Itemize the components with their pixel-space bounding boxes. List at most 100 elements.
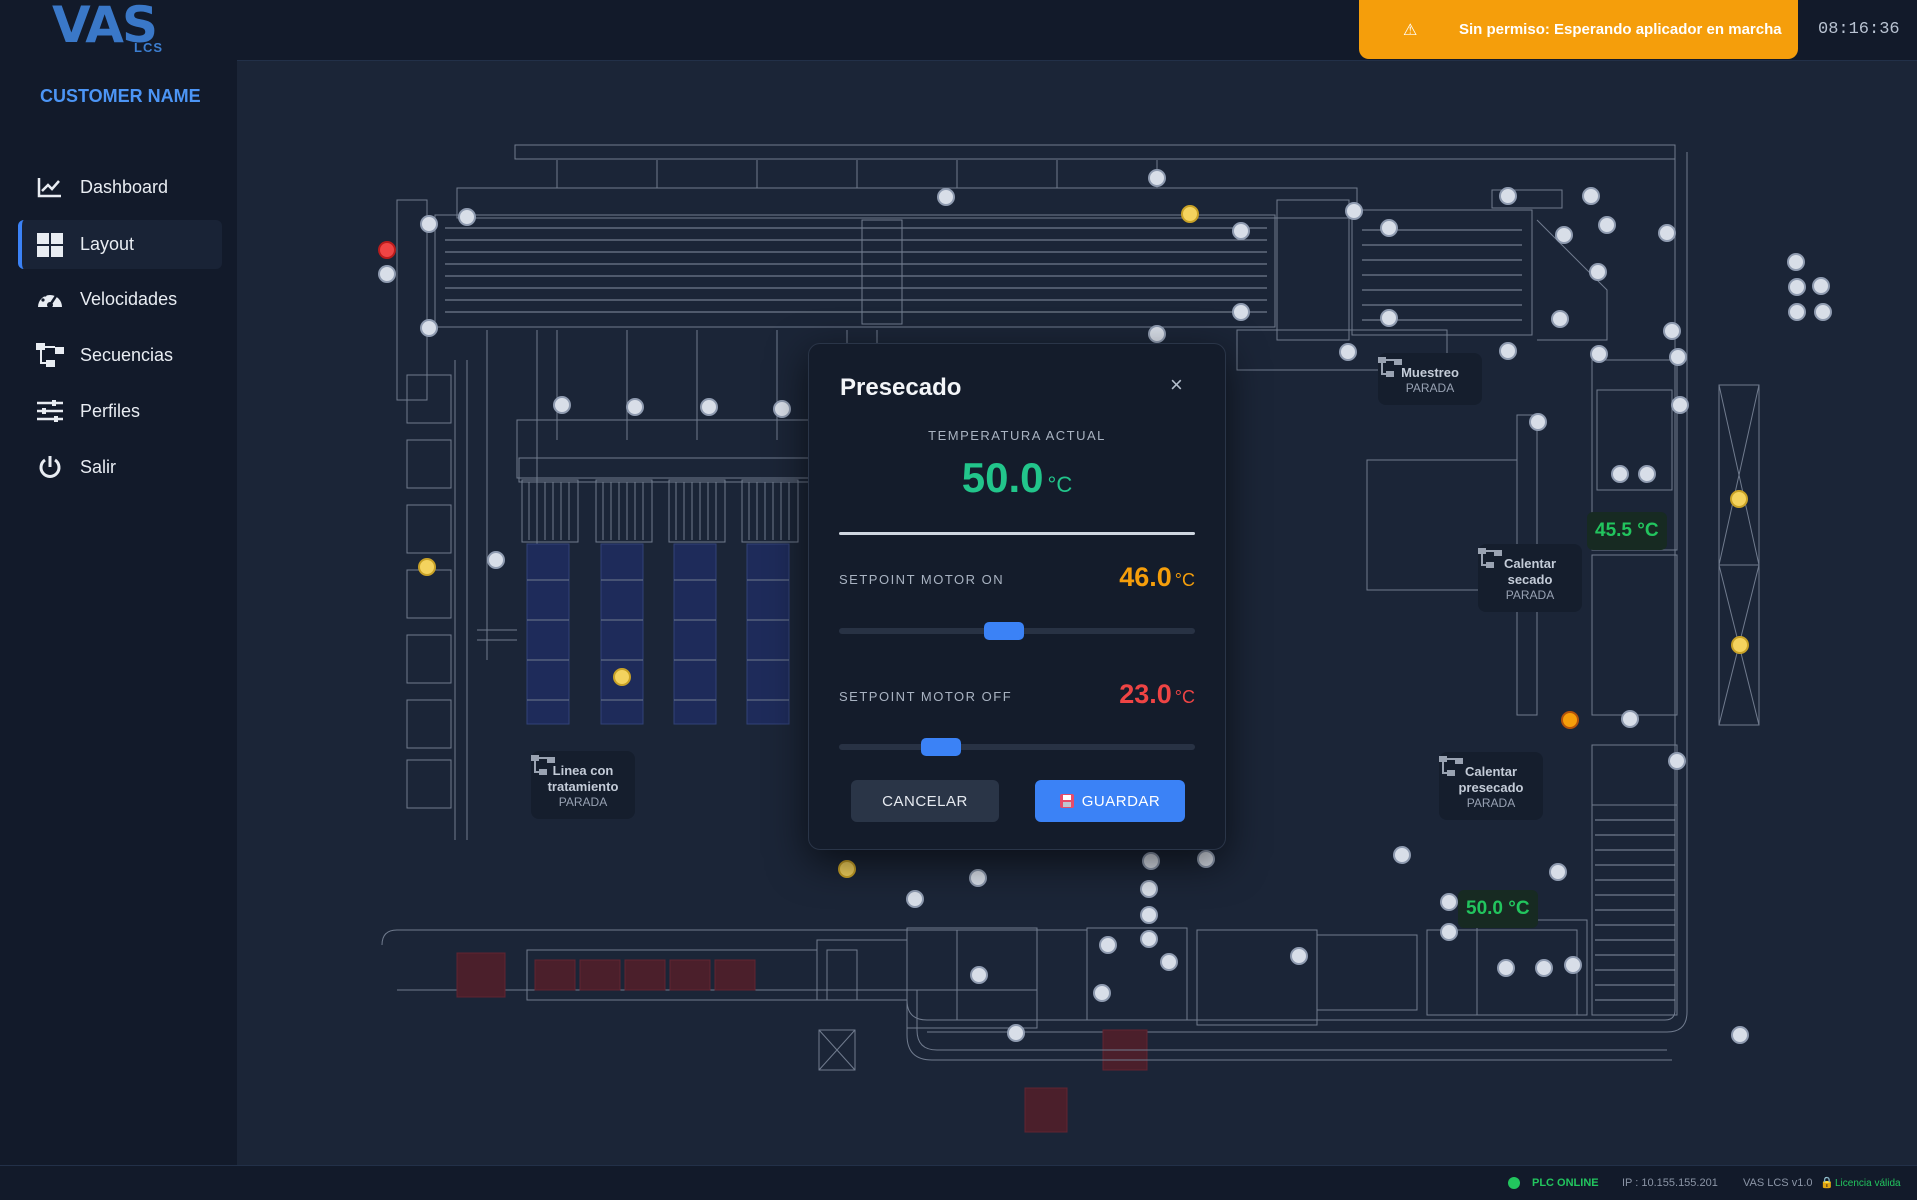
sensor[interactable] [1564,956,1582,974]
sensor[interactable] [937,188,955,206]
sensor[interactable] [1440,893,1458,911]
sensor[interactable] [1638,465,1656,483]
sensor[interactable] [1499,187,1517,205]
sensor[interactable] [970,966,988,984]
setpoint-on-slider[interactable] [839,622,1195,640]
station-calentar-presecado[interactable]: Calentar presecado PARADA [1439,752,1543,820]
current-temp-unit: °C [1047,472,1073,497]
presecado-dialog: Presecado × TEMPERATURA ACTUAL 50.0 °C SE… [808,343,1226,850]
sensor[interactable] [1393,846,1411,864]
sensor[interactable] [1093,984,1111,1002]
setpoint-off-label: SETPOINT MOTOR OFF [839,689,1013,704]
sensor[interactable] [1589,263,1607,281]
sensor[interactable] [1140,930,1158,948]
station-muestreo[interactable]: Muestreo PARADA [1378,353,1482,405]
sensor[interactable] [1812,277,1830,295]
sequence-icon [1478,548,1502,568]
sensor[interactable] [1529,413,1547,431]
setpoint-off-value: 23.0 °C [1119,679,1195,710]
sensor[interactable] [1611,465,1629,483]
temp-badge-secado[interactable]: 45.5 °C [1587,512,1667,550]
save-button[interactable]: GUARDAR [1035,780,1185,822]
sidebar-item-perfiles[interactable]: Perfiles [18,388,218,434]
license-status: Licencia válida [1835,1178,1901,1189]
sidebar-item-salir[interactable]: Salir [18,444,218,490]
sensor-warning[interactable] [1181,205,1199,223]
sensor[interactable] [1345,202,1363,220]
setpoint-off-slider[interactable] [839,738,1195,756]
sidebar-item-label: Layout [80,234,135,254]
sensor[interactable] [1671,396,1689,414]
sensor[interactable] [1669,348,1687,366]
sensor[interactable] [773,400,791,418]
sensor[interactable] [1663,322,1681,340]
sensor[interactable] [458,208,476,226]
sensor[interactable] [1551,310,1569,328]
sensor[interactable] [378,265,396,283]
sensor[interactable] [1658,224,1676,242]
sensor[interactable] [1555,226,1573,244]
sensor[interactable] [1290,947,1308,965]
station-calentar-secado[interactable]: Calentar secado PARADA [1478,544,1582,612]
sensor[interactable] [1549,863,1567,881]
sensor[interactable] [1621,710,1639,728]
sensor[interactable] [1148,325,1166,343]
sensor[interactable] [1197,850,1215,868]
sensor[interactable] [1582,187,1600,205]
sensor[interactable] [626,398,644,416]
sensor[interactable] [1598,216,1616,234]
sensor[interactable] [1140,906,1158,924]
sensor[interactable] [1668,752,1686,770]
sensor[interactable] [1787,253,1805,271]
sensor[interactable] [969,869,987,887]
sensor[interactable] [1499,342,1517,360]
sensor[interactable] [906,890,924,908]
sensor[interactable] [487,551,505,569]
sensor[interactable] [1380,219,1398,237]
sidebar: CUSTOMER NAME Dashboard Layout Velocidad… [0,60,237,1165]
sensor[interactable] [420,215,438,233]
sensor[interactable] [1148,169,1166,187]
station-linea-tratamiento[interactable]: Linea con tratamiento PARADA [531,751,635,819]
setpoint-on-slider-thumb[interactable] [984,622,1025,640]
sidebar-item-dashboard[interactable]: Dashboard [18,164,218,210]
sensor[interactable] [1440,923,1458,941]
sensor[interactable] [1788,278,1806,296]
sensor-alarm[interactable] [378,241,396,259]
sensor[interactable] [1142,852,1160,870]
close-icon[interactable]: × [1170,372,1183,398]
sensor-warning[interactable] [1731,636,1749,654]
sensor[interactable] [1535,959,1553,977]
sensor[interactable] [1731,1026,1749,1044]
sensor[interactable] [1232,303,1250,321]
sensor[interactable] [1099,936,1117,954]
sidebar-item-velocidades[interactable]: Velocidades [18,276,218,322]
sensor[interactable] [1380,309,1398,327]
setpoint-off-slider-thumb[interactable] [921,738,962,756]
sensor-warning[interactable] [1730,490,1748,508]
sensor[interactable] [553,396,571,414]
sensor[interactable] [1814,303,1832,321]
sensor-warning[interactable] [418,558,436,576]
sensor-warning[interactable] [613,668,631,686]
sidebar-item-label: Velocidades [80,288,178,309]
sensor[interactable] [1788,303,1806,321]
sensor-active[interactable] [1561,711,1579,729]
sidebar-item-layout[interactable]: Layout [18,220,222,269]
sidebar-item-label: Salir [80,456,117,477]
lock-icon: 🔒 [1820,1177,1834,1189]
sensor[interactable] [1007,1024,1025,1042]
sensor-warning[interactable] [838,860,856,878]
sidebar-item-secuencias[interactable]: Secuencias [18,332,218,378]
cancel-button[interactable]: CANCELAR [851,780,999,822]
sensor[interactable] [700,398,718,416]
sensor[interactable] [1590,345,1608,363]
sensor[interactable] [1232,222,1250,240]
temp-badge-presecado[interactable]: 50.0 °C [1458,890,1538,928]
sensor[interactable] [1140,880,1158,898]
sensor[interactable] [420,319,438,337]
sensor[interactable] [1497,959,1515,977]
sensor[interactable] [1160,953,1178,971]
sensor[interactable] [1339,343,1357,361]
plc-status-dot [1508,1177,1520,1189]
